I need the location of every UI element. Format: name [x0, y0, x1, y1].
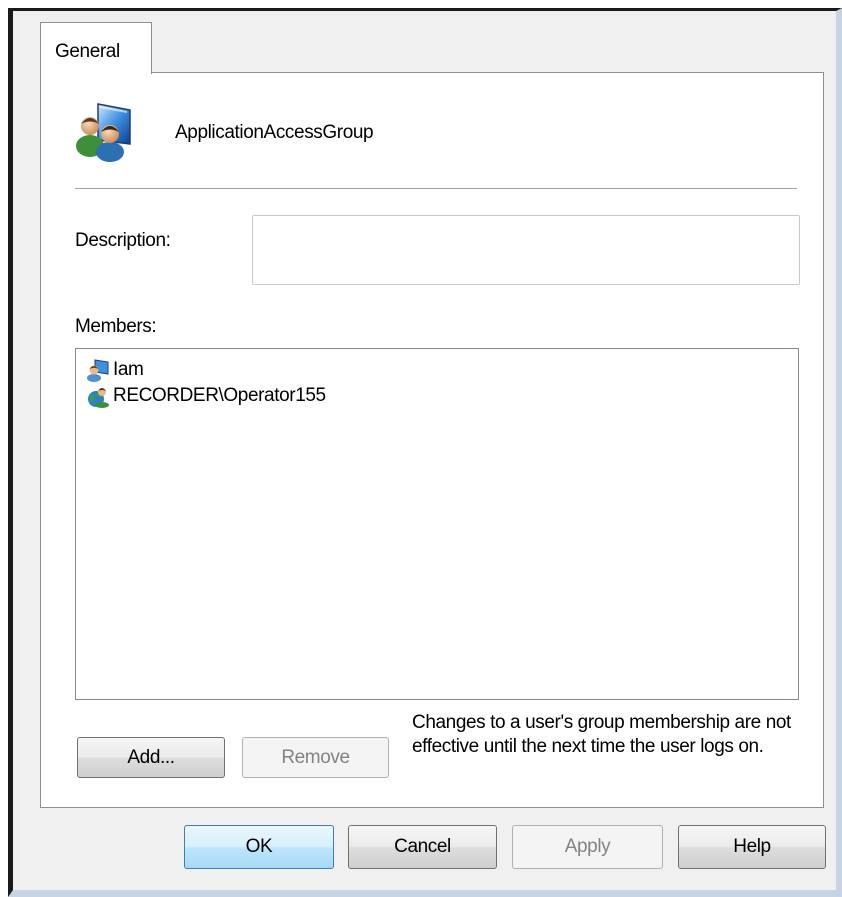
add-member-button[interactable]: Add...	[77, 737, 225, 778]
user-group-icon	[74, 100, 136, 162]
description-label: Description:	[75, 230, 171, 251]
group-name: ApplicationAccessGroup	[175, 122, 374, 143]
cancel-button[interactable]: Cancel	[348, 825, 497, 869]
description-input[interactable]	[252, 215, 800, 285]
ok-button[interactable]: OK	[184, 825, 334, 869]
members-label: Members:	[75, 316, 157, 337]
apply-button[interactable]: Apply	[512, 825, 663, 869]
tab-general[interactable]: General	[40, 22, 152, 74]
member-name: Iam	[113, 359, 144, 380]
domain-user-icon	[88, 388, 109, 408]
header-divider	[75, 188, 797, 190]
remove-member-button[interactable]: Remove	[242, 737, 389, 778]
help-button[interactable]: Help	[678, 825, 826, 869]
members-list[interactable]: Iam RECORDER\Operator155	[75, 348, 799, 700]
list-item[interactable]: RECORDER\Operator155	[76, 383, 798, 409]
list-item[interactable]: Iam	[76, 357, 798, 383]
user-computer-icon	[87, 359, 109, 382]
membership-note: Changes to a user's group membership are…	[412, 712, 791, 757]
member-name: RECORDER\Operator155	[113, 385, 326, 406]
